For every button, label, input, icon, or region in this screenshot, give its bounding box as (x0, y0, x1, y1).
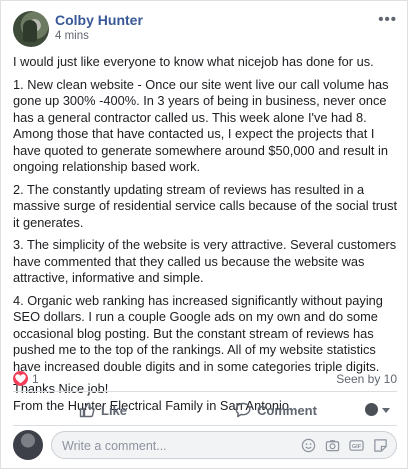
reaction-count[interactable]: 1 (32, 372, 39, 386)
divider (13, 391, 397, 392)
comment-tools: GIF (301, 438, 388, 454)
post-card: Colby Hunter 4 mins ••• I would just lik… (0, 0, 408, 469)
user-avatar[interactable] (13, 430, 43, 460)
comment-button[interactable]: Comment (235, 395, 317, 425)
globe-icon (365, 403, 378, 416)
post-paragraph: 1. New clean website - Once our site wen… (13, 76, 389, 175)
comment-box[interactable]: GIF (51, 431, 397, 459)
seen-by-count[interactable]: Seen by 10 (336, 372, 397, 386)
post-paragraph: 3. The simplicity of the website is very… (13, 237, 397, 285)
heart-icon[interactable] (13, 371, 28, 386)
post-body: I would just like everyone to know what … (13, 54, 403, 414)
author-avatar[interactable] (13, 11, 49, 47)
more-options-icon[interactable]: ••• (378, 11, 397, 28)
post-header: Colby Hunter 4 mins ••• (13, 11, 397, 47)
like-label: Like (101, 402, 128, 418)
divider (13, 425, 397, 426)
svg-text:GIF: GIF (352, 444, 362, 450)
emoji-icon[interactable] (301, 438, 316, 453)
camera-icon[interactable] (325, 438, 340, 453)
gif-icon[interactable]: GIF (349, 438, 364, 453)
post-actions: Like Comment (13, 395, 397, 425)
comment-input[interactable] (62, 437, 262, 454)
author-name[interactable]: Colby Hunter (55, 12, 143, 28)
comment-label: Comment (257, 402, 317, 418)
chevron-down-icon (382, 408, 390, 413)
sticker-icon[interactable] (373, 438, 388, 453)
post-stats: 1 Seen by 10 (13, 371, 397, 387)
audience-selector[interactable] (365, 403, 391, 417)
comment-icon (235, 402, 251, 418)
post-timestamp[interactable]: 4 mins (55, 30, 89, 42)
post-paragraph: 2. The constantly updating stream of rev… (13, 181, 398, 230)
thumbs-up-icon (79, 402, 95, 418)
post-paragraph: I would just like everyone to know what … (13, 54, 374, 69)
like-button[interactable]: Like (79, 395, 127, 425)
comment-composer: GIF (13, 429, 397, 463)
post-paragraph: 4. Organic web ranking has increased sig… (13, 292, 383, 374)
